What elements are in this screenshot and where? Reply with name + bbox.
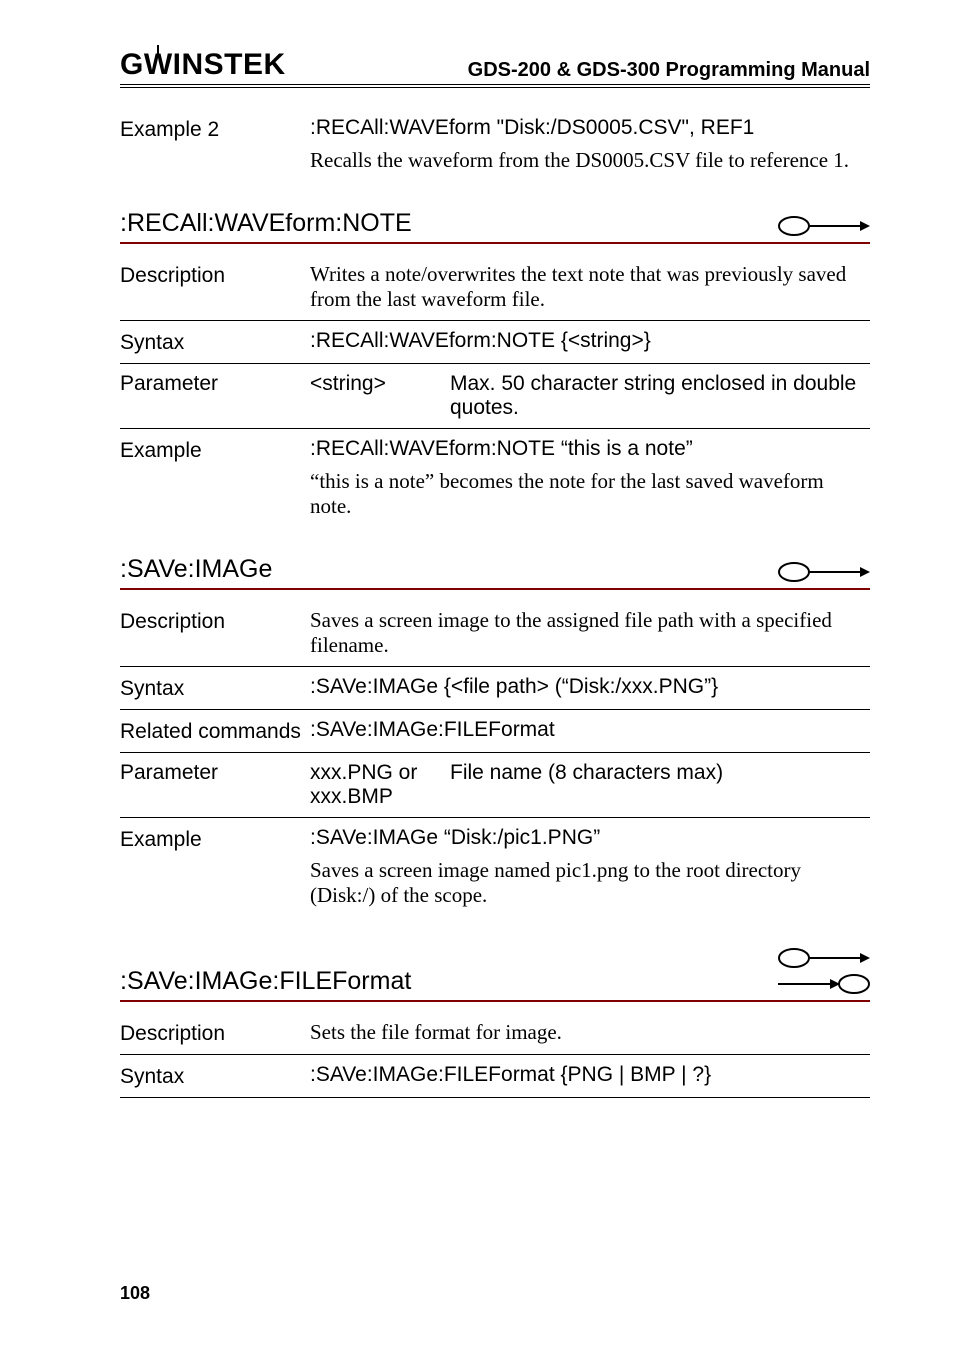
divider [120,1097,870,1098]
example2-label: Example 2 [120,116,310,173]
parameter-name: xxx.PNG or xxx.BMP [310,761,450,809]
description-text: Sets the file format for image. [310,1020,870,1046]
divider [120,1054,870,1055]
description-text: Writes a note/overwrites the text note t… [310,262,870,312]
syntax-label: Syntax [120,329,310,355]
parameter-label: Parameter [120,761,310,809]
parameter-name: <string> [310,372,450,420]
syntax-label: Syntax [120,1063,310,1089]
syntax-label: Syntax [120,675,310,701]
divider [120,363,870,364]
section-title: :RECAll:WAVEform:NOTE [120,209,412,238]
description-text: Saves a screen image to the assigned fil… [310,608,870,658]
divider [120,817,870,818]
section-title: :SAVe:IMAGe [120,555,272,584]
related-text: :SAVe:IMAGe:FILEFormat [310,718,870,744]
syntax-text: :SAVe:IMAGe:FILEFormat {PNG | BMP | ?} [310,1063,870,1089]
syntax-text: :RECAll:WAVEform:NOTE {<string>} [310,329,870,355]
syntax-row: Syntax :SAVe:IMAGe:FILEFormat {PNG | BMP… [120,1063,870,1089]
page-header: GWINSTEK GDS-200 & GDS-300 Programming M… [120,48,870,88]
divider [120,752,870,753]
divider [120,428,870,429]
parameter-description: Max. 50 character string enclosed in dou… [450,372,870,420]
desc-row: Description Sets the file format for ima… [120,1020,870,1046]
description-label: Description [120,262,310,312]
page-number: 108 [120,1283,150,1304]
section-title: :SAVe:IMAGe:FILEFormat [120,967,411,996]
section-recall-note: :RECAll:WAVEform:NOTE [120,209,870,244]
parameter-description: File name (8 characters max) [450,761,870,809]
section-save-image: :SAVe:IMAGe [120,555,870,590]
example-description: “this is a note” becomes the note for th… [310,469,870,519]
related-row: Related commands :SAVe:IMAGe:FILEFormat [120,718,870,744]
set-query-icon [778,944,870,996]
example-command: :SAVe:IMAGe “Disk:/pic1.PNG” [310,826,870,850]
syntax-row: Syntax :SAVe:IMAGe {<file path> (“Disk:/… [120,675,870,701]
section-save-image-fileformat: :SAVe:IMAGe:FILEFormat [120,944,870,1002]
set-icon [778,214,870,238]
desc-row: Description Saves a screen image to the … [120,608,870,658]
parameter-row: Parameter xxx.PNG or xxx.BMP File name (… [120,761,870,809]
example-description: Saves a screen image named pic1.png to t… [310,858,870,908]
syntax-text: :SAVe:IMAGe {<file path> (“Disk:/xxx.PNG… [310,675,870,701]
divider [120,666,870,667]
syntax-row: Syntax :RECAll:WAVEform:NOTE {<string>} [120,329,870,355]
related-label: Related commands [120,718,310,744]
divider [120,320,870,321]
description-label: Description [120,608,310,658]
example-command: :RECAll:WAVEform:NOTE “this is a note” [310,437,870,461]
example2-row: Example 2 :RECAll:WAVEform "Disk:/DS0005… [120,116,870,173]
desc-row: Description Writes a note/overwrites the… [120,262,870,312]
parameter-row: Parameter <string> Max. 50 character str… [120,372,870,420]
example-label: Example [120,826,310,908]
parameter-label: Parameter [120,372,310,420]
example2-command: :RECAll:WAVEform "Disk:/DS0005.CSV", REF… [310,116,870,140]
example2-description: Recalls the waveform from the DS0005.CSV… [310,148,870,173]
set-icon [778,560,870,584]
brand-logo: GWINSTEK [120,48,286,82]
example-label: Example [120,437,310,519]
manual-title: GDS-200 & GDS-300 Programming Manual [468,59,870,82]
divider [120,709,870,710]
example-row: Example :RECAll:WAVEform:NOTE “this is a… [120,437,870,519]
example-row: Example :SAVe:IMAGe “Disk:/pic1.PNG” Sav… [120,826,870,908]
description-label: Description [120,1020,310,1046]
